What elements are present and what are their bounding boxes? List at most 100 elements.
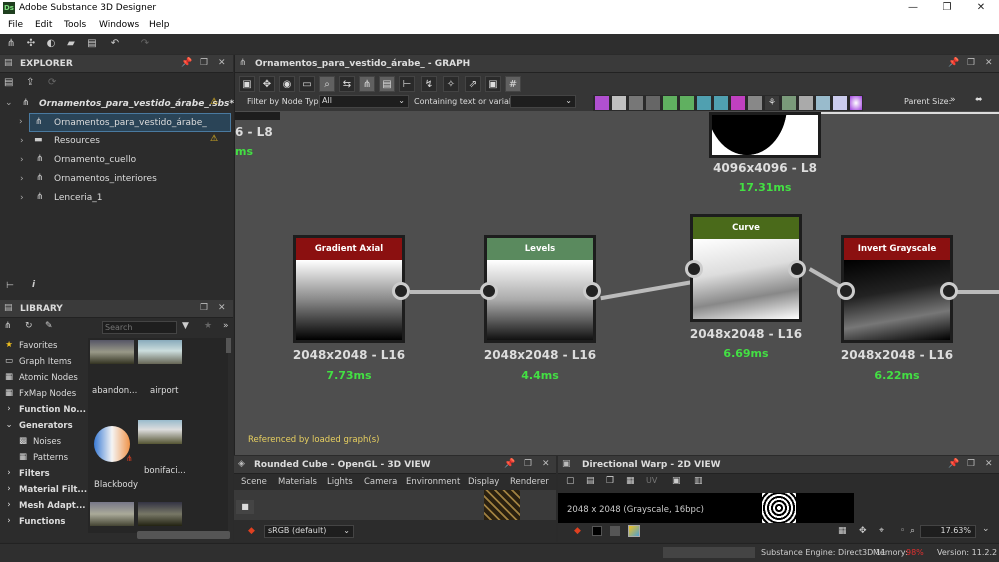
menu-environment[interactable]: Environment [406,477,460,487]
menu-materials[interactable]: Materials [278,477,317,487]
library-category[interactable]: › Function No... [0,402,88,418]
star-icon[interactable]: ★ [204,321,212,331]
uv-toggle[interactable]: UV [646,476,657,485]
histogram-icon[interactable]: ▥ [694,476,703,486]
close-panel-icon[interactable]: ✕ [218,303,226,313]
open-folder-icon[interactable]: ▰ [64,37,78,51]
pin-icon[interactable]: 📌 [948,58,959,68]
library-subcategory[interactable]: ▩ Noises [0,434,88,450]
node-levels[interactable]: Levels [484,235,596,343]
new-mdl-icon[interactable]: ◐ [44,37,58,51]
chevron-right-icon[interactable]: › [20,136,24,146]
channels-icon[interactable] [799,96,813,110]
blend-icon[interactable] [629,96,643,110]
colorspace-select[interactable]: sRGB (default) ⌄ [264,525,354,538]
pin-icon[interactable]: ⬌ [975,95,983,105]
output-port[interactable] [788,260,806,278]
menu-lights[interactable]: Lights [327,477,353,487]
align-icon[interactable]: ▤ [379,76,395,92]
ao-icon[interactable] [816,96,830,110]
thumbnail-bonifacio[interactable] [138,420,182,444]
channels-icon[interactable]: ▣ [672,476,681,486]
thumbnail-row4[interactable] [90,502,134,526]
thumbnail-abandoned[interactable] [90,340,134,364]
menu-windows[interactable]: Windows [99,20,139,30]
menu-display[interactable]: Display [468,477,499,487]
thumbnail-row4b[interactable] [138,502,182,526]
pan-icon[interactable]: ⌖ [879,526,884,536]
float-icon[interactable]: ❐ [967,58,975,68]
float-icon[interactable]: ❐ [967,459,975,469]
levels-icon[interactable] [663,96,677,110]
reload-icon[interactable]: ⟳ [48,77,56,88]
float-icon[interactable]: ❐ [524,459,532,469]
redo-icon[interactable]: ↷ [138,37,152,51]
explorer-item-ornamentos-interiores[interactable]: › ⋔ Ornamentos_interiores [0,170,233,189]
menu-tools[interactable]: Tools [64,20,86,30]
frame-icon[interactable]: ▢ [566,476,575,486]
close-panel-icon[interactable]: ✕ [985,58,993,68]
pin-icon[interactable]: 📌 [948,459,959,469]
node-type-select[interactable]: All ⌄ [319,95,409,108]
more-icon[interactable]: » [950,95,956,105]
vertical-scrollbar[interactable] [226,338,231,353]
fit-icon[interactable]: ✥ [259,76,275,92]
pin-icon[interactable]: 📌 [181,58,192,68]
uniform-color-icon[interactable] [612,96,626,110]
save-icon[interactable]: ▤ [586,476,595,486]
menu-camera[interactable]: Camera [364,477,397,487]
snap-icon[interactable]: ✧ [443,76,459,92]
explorer-item-lenceria[interactable]: › ⋔ Lenceria_1 [0,189,233,208]
menu-scene[interactable]: Scene [241,477,267,487]
new-graph-icon[interactable]: ⋔ [4,37,18,51]
node-top[interactable] [709,112,821,158]
fx-map-icon[interactable]: ⚘ [765,96,779,110]
copy-icon[interactable]: ❐ [606,476,614,486]
chevron-right-icon[interactable]: › [20,193,24,203]
menu-edit[interactable]: Edit [35,20,52,30]
zoom-field[interactable]: 17.63% [920,525,976,538]
float-icon[interactable]: ❐ [200,58,208,68]
video-camera-icon[interactable]: ■ [236,500,254,514]
pin-icon[interactable]: 📌 [504,459,515,469]
thumbnail-airport[interactable] [138,340,182,364]
grid-icon[interactable]: ▦ [838,526,847,536]
black-swatch[interactable] [592,526,602,536]
chevron-right-icon[interactable]: › [4,484,14,494]
library-category[interactable]: › Material Filt... [0,482,88,498]
menu-help[interactable]: Help [149,20,170,30]
height-icon[interactable] [833,96,847,110]
package-row[interactable]: ⌄ ⋔ Ornamentos_para_vestido_árabe_.sbs* … [0,95,234,114]
library-search-input[interactable] [102,321,177,334]
camera-icon[interactable]: ◉ [279,76,295,92]
export-icon[interactable]: ⇗ [465,76,481,92]
containing-input[interactable]: ⌄ [510,95,576,108]
tiling-icon[interactable]: ▦ [626,476,635,486]
library-category[interactable]: › Functions [0,514,88,530]
frame-icon[interactable]: ▣ [239,76,255,92]
transform-icon[interactable]: ↯ [421,76,437,92]
filter-icon[interactable]: ▼ [182,321,189,331]
library-category[interactable]: ▭ Graph Items [0,354,88,370]
partial-node[interactable] [235,112,280,120]
export-icon[interactable]: ⇪ [26,77,34,88]
grid-node-icon[interactable] [748,96,762,110]
node-gradient-axial[interactable]: Gradient Axial [293,235,405,343]
chevron-right-icon[interactable]: › [4,404,14,414]
zoom-icon[interactable]: ⌕ [910,526,915,536]
chevron-right-icon[interactable]: › [20,155,24,165]
close-panel-icon[interactable]: ✕ [542,459,550,469]
input-port[interactable] [685,260,703,278]
library-subcategory[interactable]: ▦ Patterns [0,450,88,466]
chevron-right-icon[interactable]: › [20,174,24,184]
save-icon[interactable]: ▤ [85,37,99,51]
output-port[interactable] [392,282,410,300]
chevron-down-icon[interactable]: ⌄ [4,420,14,430]
tree-icon[interactable]: ⊢ [6,281,14,291]
viewport-3d[interactable] [234,490,556,520]
output-port[interactable] [583,282,601,300]
hierarchy-icon[interactable]: ⊢ [399,76,415,92]
layout-icon[interactable]: ⋔ [359,76,375,92]
gray-swatch[interactable] [610,526,620,536]
horizontal-scrollbar[interactable] [137,531,230,539]
